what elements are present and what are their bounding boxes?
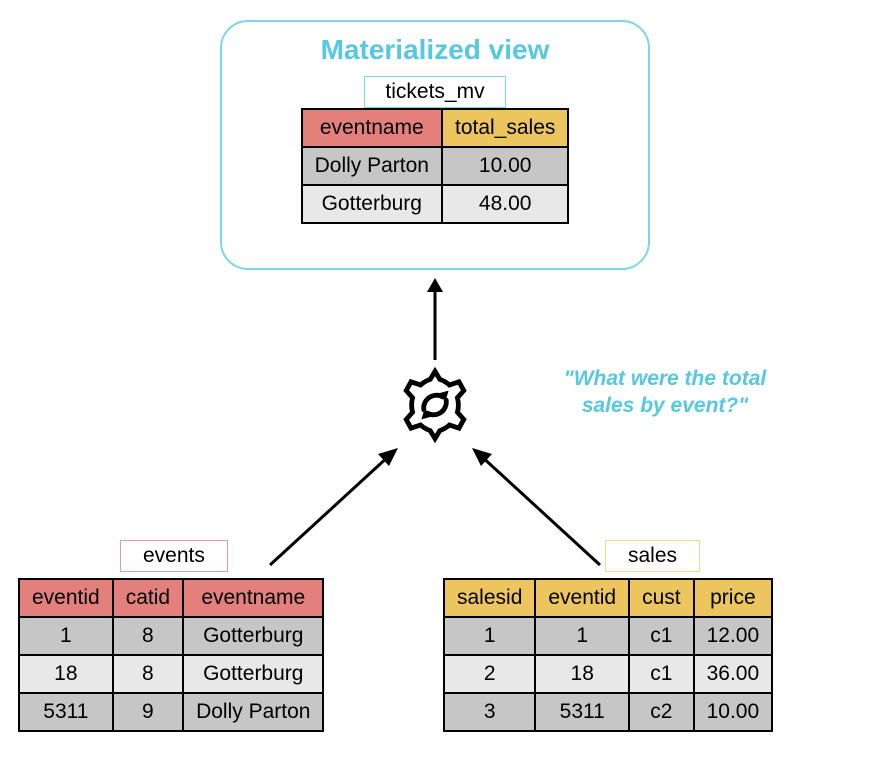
sales-cell: 2 — [444, 655, 535, 693]
sales-cell: c1 — [629, 655, 694, 693]
events-cell: 9 — [113, 693, 183, 731]
mv-cell: 10.00 — [442, 147, 568, 185]
events-cell: 8 — [113, 617, 183, 655]
events-header-catid: catid — [113, 579, 183, 617]
sales-header-salesid: salesid — [444, 579, 535, 617]
events-cell: 5311 — [19, 693, 113, 731]
arrow-up-icon — [423, 278, 447, 362]
sales-header-eventid: eventid — [535, 579, 629, 617]
sales-cell: 1 — [444, 617, 535, 655]
table-row: 2 18 c1 36.00 — [444, 655, 772, 693]
table-header-row: salesid eventid cust price — [444, 579, 772, 617]
events-cell: Dolly Parton — [183, 693, 323, 731]
sales-cell: 10.00 — [694, 693, 773, 731]
mv-header-eventname: eventname — [302, 109, 442, 147]
mv-table-label: tickets_mv — [364, 76, 505, 108]
table-row: Dolly Parton 10.00 — [302, 147, 569, 185]
sales-cell: 3 — [444, 693, 535, 731]
events-header-eventname: eventname — [183, 579, 323, 617]
sales-cell: c1 — [629, 617, 694, 655]
sales-cell: 18 — [535, 655, 629, 693]
table-row: Gotterburg 48.00 — [302, 185, 569, 223]
query-text: "What were the total sales by event?" — [540, 365, 790, 420]
sales-cell: 12.00 — [694, 617, 773, 655]
events-cell: 1 — [19, 617, 113, 655]
table-row: 18 8 Gotterburg — [19, 655, 323, 693]
sales-cell: 1 — [535, 617, 629, 655]
events-table: eventid catid eventname 1 8 Gotterburg 1… — [18, 578, 324, 732]
sales-table-wrapper: salesid eventid cust price 1 1 c1 12.00 … — [443, 578, 773, 732]
sales-table: salesid eventid cust price 1 1 c1 12.00 … — [443, 578, 773, 732]
mv-table: eventname total_sales Dolly Parton 10.00… — [301, 108, 570, 224]
materialized-view-title: Materialized view — [321, 34, 550, 66]
events-table-label: events — [120, 540, 228, 572]
table-header-row: eventname total_sales — [302, 109, 569, 147]
sales-header-cust: cust — [629, 579, 694, 617]
sales-cell: 36.00 — [694, 655, 773, 693]
events-cell: Gotterburg — [183, 617, 323, 655]
sales-table-label: sales — [605, 540, 700, 572]
mv-cell: Gotterburg — [302, 185, 442, 223]
table-row: 3 5311 c2 10.00 — [444, 693, 772, 731]
table-row: 1 8 Gotterburg — [19, 617, 323, 655]
arrow-from-sales-icon — [465, 440, 605, 570]
events-table-wrapper: eventid catid eventname 1 8 Gotterburg 1… — [18, 578, 324, 732]
table-header-row: eventid catid eventname — [19, 579, 323, 617]
sales-cell: 5311 — [535, 693, 629, 731]
mv-cell: Dolly Parton — [302, 147, 442, 185]
refresh-gear-icon — [395, 365, 475, 445]
sales-header-price: price — [694, 579, 773, 617]
table-row: 5311 9 Dolly Parton — [19, 693, 323, 731]
mv-cell: 48.00 — [442, 185, 568, 223]
events-cell: 18 — [19, 655, 113, 693]
events-cell: 8 — [113, 655, 183, 693]
events-header-eventid: eventid — [19, 579, 113, 617]
materialized-view-panel: Materialized view tickets_mv eventname t… — [220, 20, 650, 270]
arrow-from-events-icon — [265, 440, 405, 570]
sales-cell: c2 — [629, 693, 694, 731]
table-row: 1 1 c1 12.00 — [444, 617, 772, 655]
mv-header-total-sales: total_sales — [442, 109, 568, 147]
events-cell: Gotterburg — [183, 655, 323, 693]
